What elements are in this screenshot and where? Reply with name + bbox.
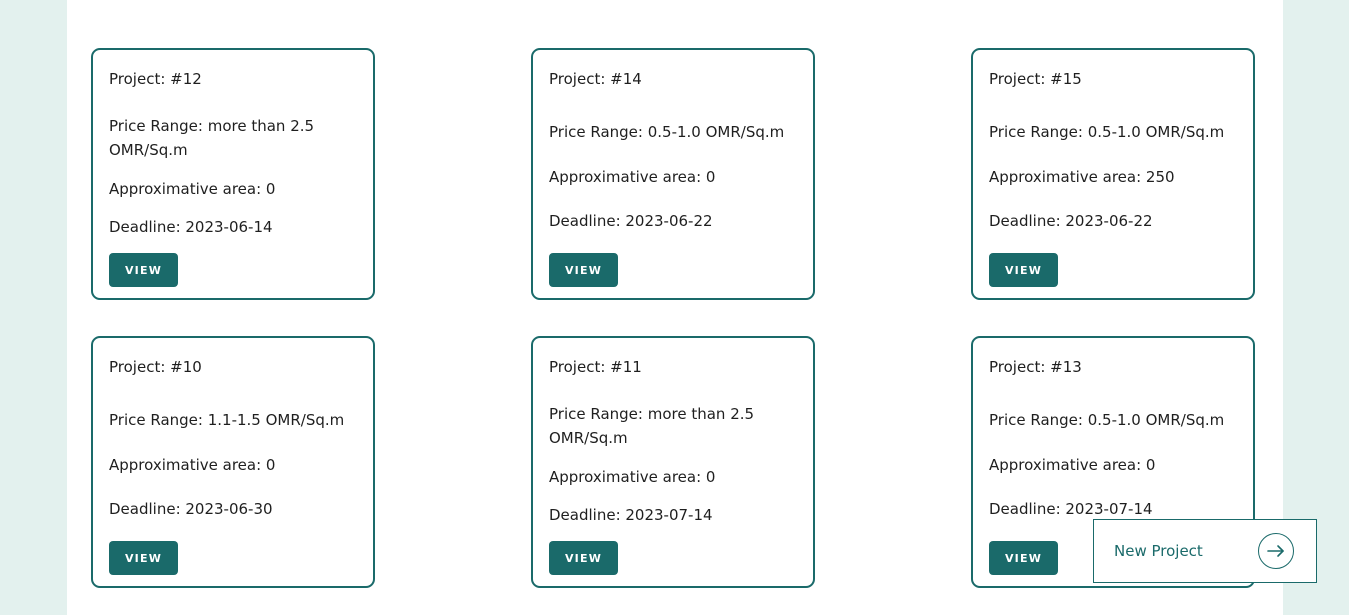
new-project-button[interactable]: New Project (1093, 519, 1317, 583)
project-price-range: Price Range: 0.5-1.0 OMR/Sq.m (989, 411, 1225, 429)
project-card: Project: #15 Price Range: 0.5-1.0 OMR/Sq… (971, 48, 1255, 300)
project-deadline: Deadline: 2023-07-14 (549, 506, 713, 524)
project-deadline: Deadline: 2023-06-30 (109, 500, 273, 518)
project-title: Project: #12 (109, 70, 202, 88)
project-title: Project: #14 (549, 70, 642, 88)
new-project-label: New Project (1114, 542, 1203, 560)
project-card: Project: #14 Price Range: 0.5-1.0 OMR/Sq… (531, 48, 815, 300)
project-deadline: Deadline: 2023-06-22 (989, 212, 1153, 230)
project-price-range: Price Range: more than 2.5 OMR/Sq.m (109, 117, 315, 159)
project-area: Approximative area: 0 (549, 468, 716, 486)
view-button[interactable]: VIEW (549, 253, 618, 287)
project-price-range: Price Range: 0.5-1.0 OMR/Sq.m (549, 123, 785, 141)
project-title: Project: #15 (989, 70, 1082, 88)
project-price-range: Price Range: 1.1-1.5 OMR/Sq.m (109, 411, 345, 429)
project-deadline: Deadline: 2023-06-14 (109, 218, 273, 236)
project-area: Approximative area: 0 (109, 180, 276, 198)
arrow-right-icon (1258, 533, 1294, 569)
project-area: Approximative area: 250 (989, 168, 1175, 186)
view-button[interactable]: VIEW (109, 253, 178, 287)
project-deadline: Deadline: 2023-06-22 (549, 212, 713, 230)
project-area: Approximative area: 0 (549, 168, 716, 186)
project-title: Project: #11 (549, 358, 642, 376)
project-area: Approximative area: 0 (109, 456, 276, 474)
project-title: Project: #10 (109, 358, 202, 376)
view-button[interactable]: VIEW (549, 541, 618, 575)
project-card: Project: #10 Price Range: 1.1-1.5 OMR/Sq… (91, 336, 375, 588)
project-title: Project: #13 (989, 358, 1082, 376)
project-card: Project: #12 Price Range: more than 2.5 … (91, 48, 375, 300)
project-card: Project: #11 Price Range: more than 2.5 … (531, 336, 815, 588)
view-button[interactable]: VIEW (989, 253, 1058, 287)
project-area: Approximative area: 0 (989, 456, 1156, 474)
project-price-range: Price Range: more than 2.5 OMR/Sq.m (549, 405, 755, 447)
project-price-range: Price Range: 0.5-1.0 OMR/Sq.m (989, 123, 1225, 141)
view-button[interactable]: VIEW (989, 541, 1058, 575)
project-deadline: Deadline: 2023-07-14 (989, 500, 1153, 518)
view-button[interactable]: VIEW (109, 541, 178, 575)
